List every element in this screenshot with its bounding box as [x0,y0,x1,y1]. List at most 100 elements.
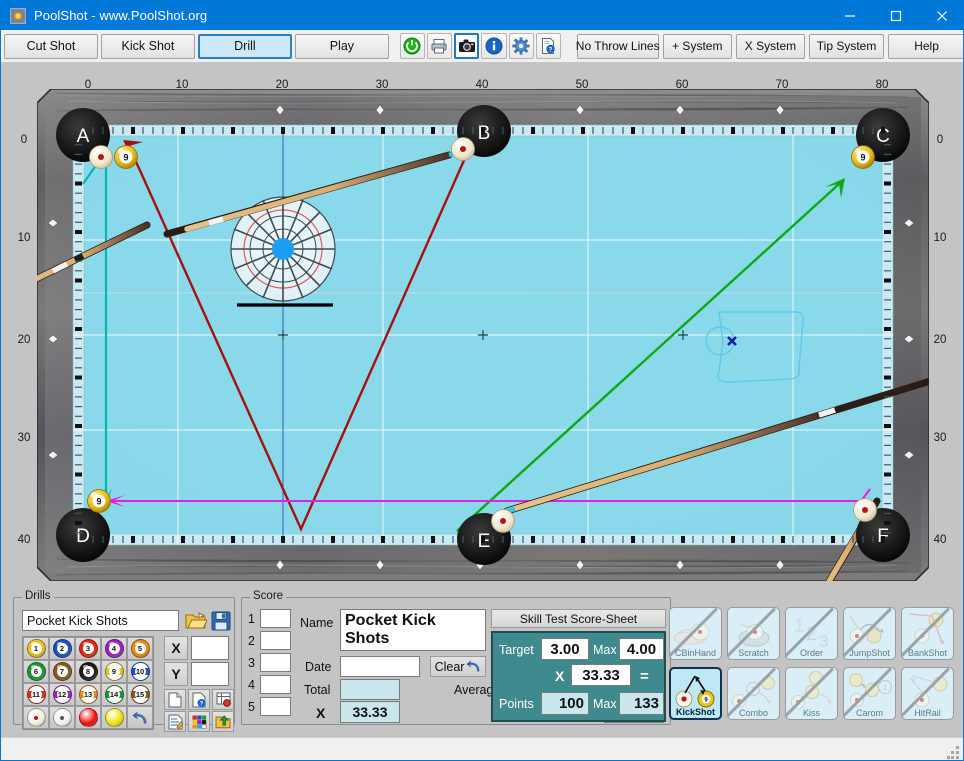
drill-cue-ball-grey-dot[interactable] [49,706,75,729]
points-value: 100 [541,692,589,715]
ball-glyph: 15 [130,685,150,704]
cue-ball-B [451,137,475,161]
skill-test-title[interactable]: Skill Test Score-Sheet [491,609,666,628]
score-row-label-3: 3 [248,656,255,670]
y-coord-label: Y [171,666,181,682]
target-value[interactable]: 3.00 [541,638,589,660]
close-button[interactable] [919,1,963,30]
info-icon[interactable] [481,33,507,59]
score-row-input-4[interactable] [260,675,291,694]
shot-type-hitrail[interactable]: HitRail [901,667,954,720]
score-row-input-3[interactable] [260,653,291,672]
shot-type-order[interactable]: 1 2 3 Order [785,607,838,660]
page-help-icon[interactable]: ? [188,689,210,710]
tab-drill[interactable]: Drill [197,33,292,59]
y-coord-button[interactable]: Y [164,662,188,686]
color-palette-icon[interactable] [188,711,210,732]
drill-ball-5[interactable]: 5 [127,637,153,660]
tip-system-button[interactable]: Tip System [809,33,885,59]
skill-test-body: Target 3.00 Max 4.00 X 33.33 = Points 10… [491,631,666,722]
maximize-button[interactable] [873,1,919,30]
drill-ball-palette[interactable]: 1 2 3 4 5 6 7 8 9 10 11 12 13 14 15 [22,636,154,730]
help-document-icon[interactable]: ? [535,33,562,59]
drill-ball-9[interactable]: 9 [101,660,127,683]
drill-ball-1[interactable]: 1 [23,637,49,660]
shot-type-jumpshot[interactable]: JumpShot [843,607,896,660]
drill-ball-15[interactable]: 15 [127,683,153,706]
tab-cut-shot[interactable]: Cut Shot [4,33,98,59]
shot-type-scratch[interactable]: Scratch [727,607,780,660]
ball-gloss [134,687,141,693]
settings-gear-icon[interactable] [508,33,534,59]
resize-grip[interactable] [947,746,960,759]
save-disk-icon[interactable] [210,609,232,632]
power-icon[interactable] [399,33,425,59]
ball-glyph: 9 [104,662,124,681]
help-button[interactable]: Help [888,33,963,59]
ball-spot [34,715,38,720]
drill-cue-ball-red-dot[interactable] [23,706,49,729]
print-icon[interactable] [426,33,453,59]
ball-glyph [104,708,124,727]
drill-ball-7[interactable]: 7 [49,660,75,683]
drill-name-input[interactable]: Pocket Kick Shots [22,610,179,631]
shot-type-combo[interactable]: 2Combo [727,667,780,720]
x-system-button[interactable]: X System [735,33,806,59]
shot-type-kickshot[interactable]: 9 KickShot [669,667,722,720]
ruler-right-10: 10 [933,232,947,244]
score-name-input[interactable]: Pocket Kick Shots [340,609,486,651]
new-page-icon[interactable] [164,689,186,710]
score-row-label-1: 1 [248,612,255,626]
ball-glyph: 13 [78,685,98,704]
drill-ball-10[interactable]: 10 [127,660,153,683]
shot-type-kiss[interactable]: Kiss [785,667,838,720]
shot-type-bankshot[interactable]: BankShot [901,607,954,660]
edit-notes-icon[interactable] [164,711,186,732]
y-coord-input[interactable] [191,662,229,686]
score-row-input-5[interactable] [260,697,291,716]
score-row-input-1[interactable] [260,609,291,628]
score-row-label-5: 5 [248,700,255,714]
score-date-input[interactable] [340,656,420,677]
drill-ball-12[interactable]: 12 [49,683,75,706]
skill-test-panel: Skill Test Score-Sheet Target 3.00 Max 4… [491,609,666,722]
drill-ball-14[interactable]: 14 [101,683,127,706]
drill-undo-arrow-icon[interactable] [127,706,153,729]
skill-mult-value[interactable]: 33.33 [571,664,631,686]
ball-gloss [30,641,37,647]
open-folder-icon[interactable] [184,609,207,632]
clear-button[interactable]: Clear [430,656,486,677]
pool-table[interactable]: A B C D E [37,89,929,581]
no-throw-lines-button[interactable]: No Throw Lines [576,33,660,59]
export-folder-icon[interactable] [212,711,234,732]
x-coord-input[interactable] [191,636,229,660]
plus-system-button[interactable]: + System [662,33,732,59]
target-max-value[interactable]: 4.00 [619,638,664,660]
drill-ball-3[interactable]: 3 [75,637,101,660]
minimize-button[interactable] [827,1,873,30]
drill-ball-4[interactable]: 4 [101,637,127,660]
camera-icon[interactable] [454,33,480,59]
drill-red-ball[interactable] [75,706,101,729]
shot-type-cbinhand[interactable]: CBinHand [669,607,722,660]
ball-glyph: 2 [52,639,72,658]
tab-play[interactable]: Play [294,33,389,59]
drill-ball-8[interactable]: 8 [75,660,101,683]
drill-ball-6[interactable]: 6 [23,660,49,683]
bottom-panels: Drills Pocket Kick Shots 1 2 3 4 5 6 7 8 9 10 11 12… [1,589,963,737]
drill-ball-13[interactable]: 13 [75,683,101,706]
x-coord-button[interactable]: X [164,636,188,660]
table-report-icon[interactable] [212,689,234,710]
ball-glyph: 1 [26,639,46,658]
drill-ball-2[interactable]: 2 [49,637,75,660]
main-toolbar: Cut Shot Kick Shot Drill Play ? No Throw… [1,30,963,62]
ruler-right-20: 20 [933,334,947,346]
score-row-input-2[interactable] [260,631,291,650]
shot-type-carom[interactable]: 2 Carom [843,667,896,720]
drill-yellow-ball[interactable] [101,706,127,729]
drill-ball-11[interactable]: 11 [23,683,49,706]
ball-gloss [56,687,63,693]
score-mult-value[interactable]: 33.33 [340,701,400,723]
tab-kick-shot[interactable]: Kick Shot [100,33,195,59]
skill-mult-label: X [555,668,565,684]
